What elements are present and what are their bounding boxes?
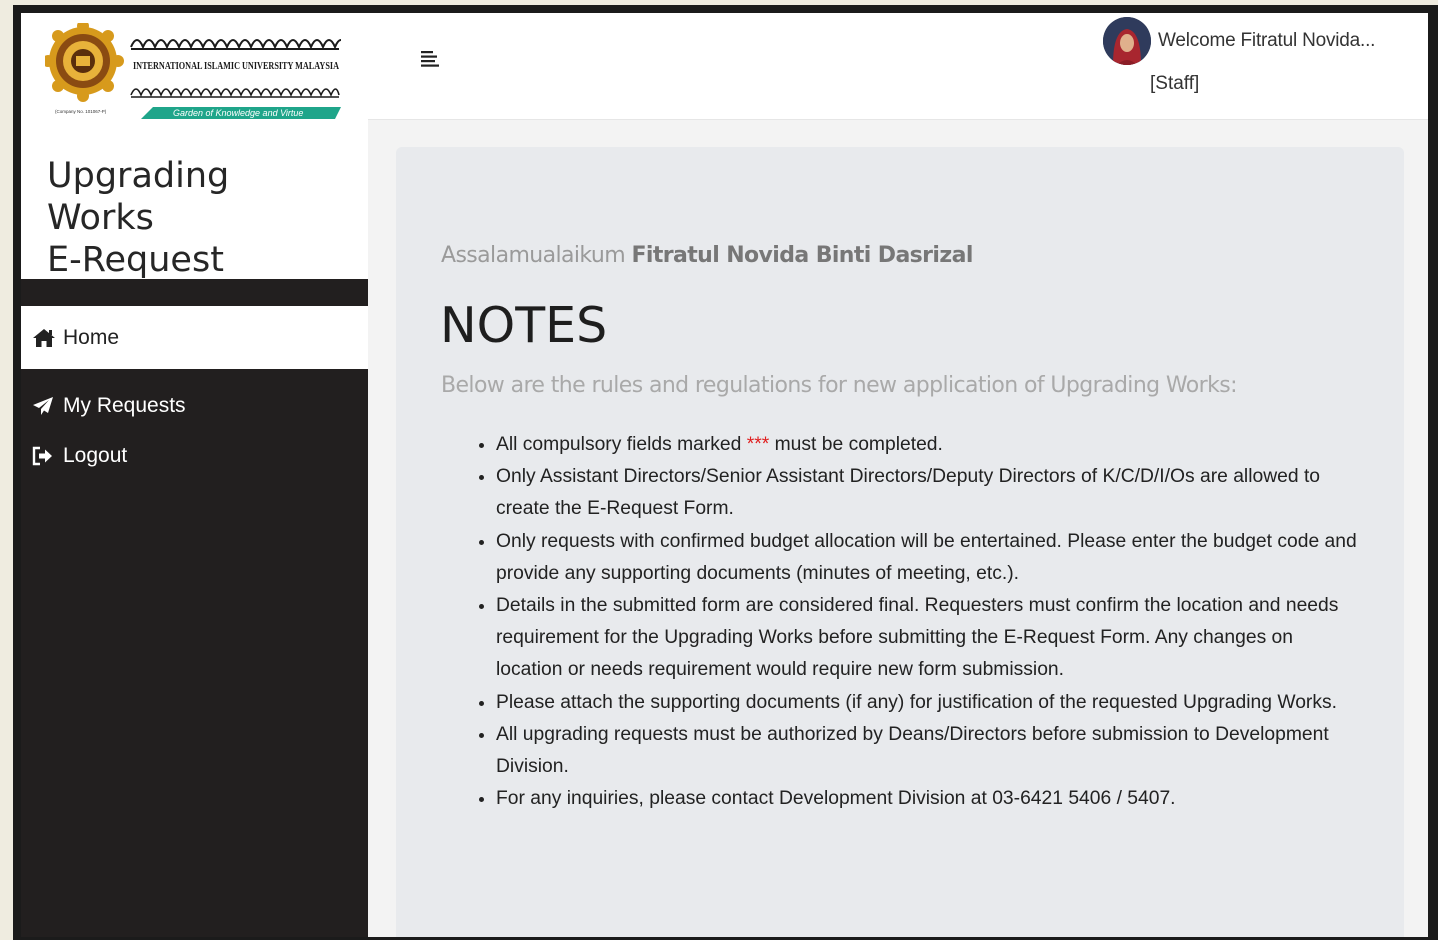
welcome-text: Welcome Fitratul Novida...: [1158, 30, 1376, 51]
list-item: Only Assistant Directors/Senior Assistan…: [496, 461, 1363, 525]
list-item: Details in the submitted form are consid…: [496, 590, 1363, 687]
hamburger-icon[interactable]: [420, 48, 440, 68]
sidebar: INTERNATIONAL ISLAMIC UNIVERSITY MALAYSI…: [21, 13, 368, 937]
list-item: For any inquiries, please contact Develo…: [496, 783, 1363, 815]
notes-subtitle: Below are the rules and regulations for …: [441, 373, 1238, 398]
app-title: Upgrading Works E-Request: [47, 155, 347, 281]
sign-out-icon: [32, 445, 58, 467]
svg-text:(Company No. 101067-P): (Company No. 101067-P): [55, 109, 107, 114]
greeting-prefix: Assalamualaikum: [441, 243, 626, 268]
sidebar-item-logout[interactable]: Logout: [21, 431, 368, 481]
list-item: Please attach the supporting documents (…: [496, 687, 1363, 719]
topbar: Welcome Fitratul Novida... [Staff]: [368, 13, 1428, 120]
logo-panel: INTERNATIONAL ISLAMIC UNIVERSITY MALAYSI…: [21, 13, 368, 281]
app-title-line2: E-Request: [47, 240, 224, 280]
emblem-icon: [45, 23, 124, 102]
user-role: [Staff]: [1150, 73, 1200, 94]
sidebar-item-label: Home: [63, 325, 120, 349]
sidebar-item-label: My Requests: [63, 394, 186, 417]
rule-text: must be completed.: [769, 434, 943, 455]
list-item: Only requests with confirmed budget allo…: [496, 526, 1363, 590]
user-menu[interactable]: Welcome Fitratul Novida... [Staff]: [1103, 17, 1403, 112]
sidebar-item-my-requests[interactable]: My Requests: [21, 381, 368, 431]
svg-text:INTERNATIONAL ISLAMIC UNIVERSI: INTERNATIONAL ISLAMIC UNIVERSITY MALAYSI…: [133, 61, 339, 72]
paper-plane-icon: [32, 395, 58, 417]
home-icon: [32, 327, 58, 349]
rules-list: All compulsory fields marked *** must be…: [458, 429, 1363, 815]
greeting: Assalamualaikum Fitratul Novida Binti Da…: [441, 243, 973, 268]
app-window: INTERNATIONAL ISLAMIC UNIVERSITY MALAYSI…: [21, 13, 1428, 937]
list-item: All compulsory fields marked *** must be…: [496, 429, 1363, 461]
notes-card: Assalamualaikum Fitratul Novida Binti Da…: [396, 147, 1404, 937]
avatar: [1103, 17, 1151, 65]
app-title-line1: Upgrading Works: [47, 156, 230, 238]
greeting-name: Fitratul Novida Binti Dasrizal: [631, 243, 973, 268]
sidebar-item-home[interactable]: Home: [21, 306, 368, 369]
sidebar-nav: Home My Requests Logout: [21, 306, 368, 481]
svg-text:Garden of Knowledge and Virtue: Garden of Knowledge and Virtue: [173, 108, 303, 118]
sidebar-item-label: Logout: [63, 444, 128, 467]
university-logo: INTERNATIONAL ISLAMIC UNIVERSITY MALAYSI…: [45, 23, 341, 119]
rule-text: All compulsory fields marked: [496, 434, 747, 455]
list-item: All upgrading requests must be authorize…: [496, 719, 1363, 783]
notes-title: NOTES: [440, 297, 608, 354]
required-mark: ***: [746, 434, 770, 455]
